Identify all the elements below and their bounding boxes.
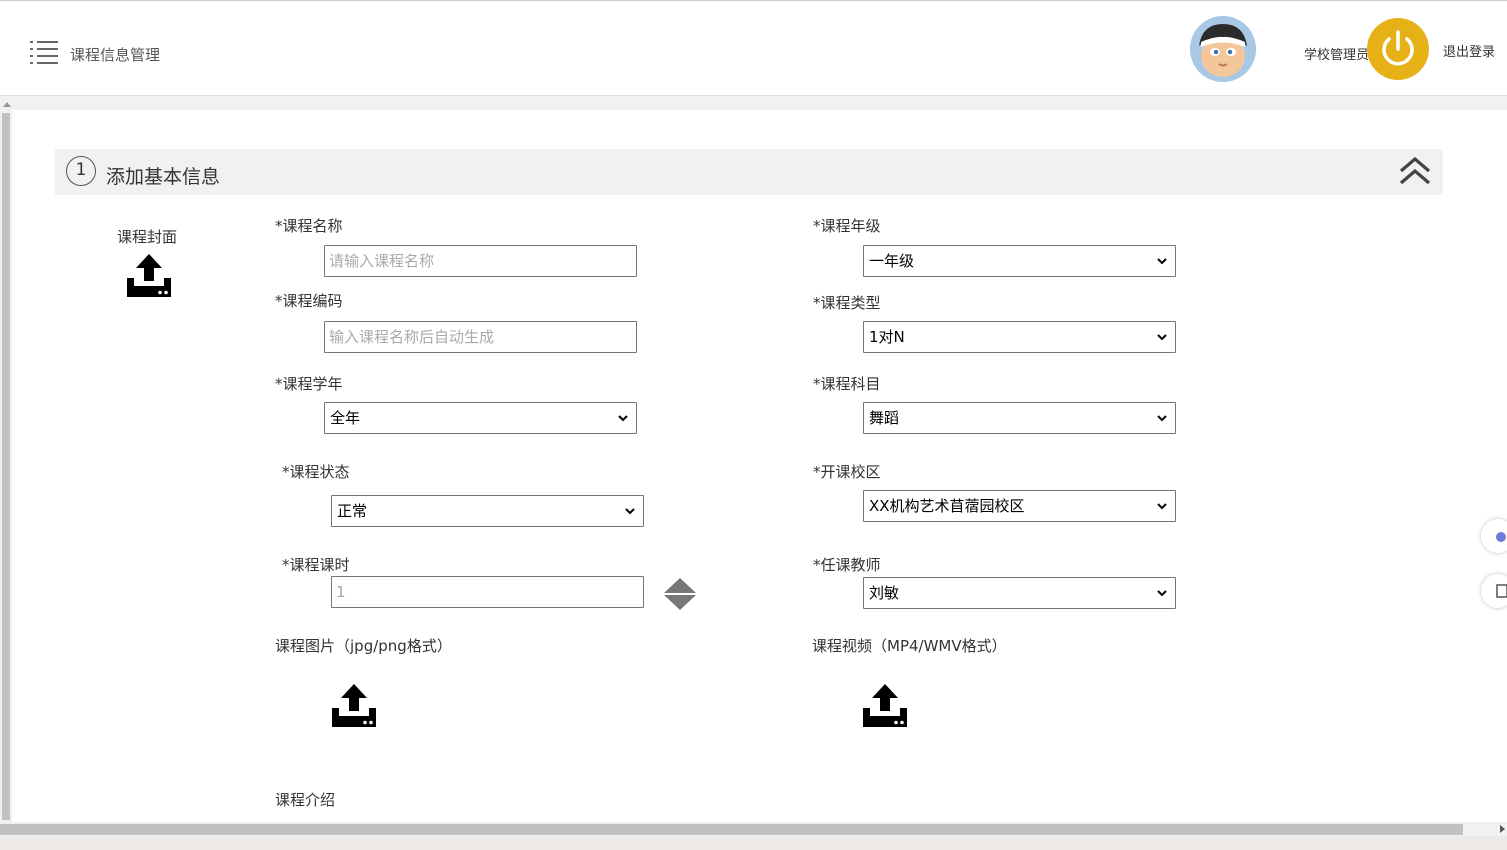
top-scroll-strip [0,96,1507,110]
course-year-select[interactable]: 全年 [324,402,637,434]
course-type-label: *课程类型 [813,294,881,312]
course-hours-label: *课程课时 [282,556,350,574]
menu-icon[interactable] [30,40,58,64]
course-status-label: *课程状态 [282,463,350,481]
campus-select[interactable]: XX机构艺术苜蓿园校区 [863,490,1176,522]
logout-link[interactable]: 退出登录 [1443,41,1495,60]
course-grade-value: 一年级 [869,252,915,270]
video-upload-icon[interactable] [862,683,908,729]
avatar[interactable] [1190,16,1256,82]
assistant-icon [1496,532,1506,542]
logout-power-button[interactable] [1367,18,1429,80]
image-upload-label: 课程图片（jpg/png格式） [275,637,452,655]
teacher-label: *任课教师 [813,556,881,574]
scroll-up-arrow-icon[interactable] [3,101,11,107]
course-code-input[interactable]: 输入课程名称后自动生成 [324,321,637,353]
chevron-down-icon [625,508,635,515]
campus-value: XX机构艺术苜蓿园校区 [869,497,1025,515]
user-role-label: 学校管理员 [1304,48,1370,63]
chevron-down-icon [1157,503,1167,510]
campus-label: *开课校区 [813,463,881,481]
taskbar-strip [0,836,1507,850]
image-upload-icon[interactable] [331,683,377,729]
intro-label: 课程介绍 [275,791,336,809]
course-status-select[interactable]: 正常 [331,495,644,527]
page-title: 课程信息管理 [70,46,161,64]
cover-label: 课程封面 [117,228,178,246]
section-title: 添加基本信息 [106,166,221,188]
horizontal-scrollbar-thumb[interactable] [0,824,1463,835]
avatar-face-icon [1190,16,1256,82]
course-subject-label: *课程科目 [813,375,881,393]
notes-icon [1496,584,1507,598]
power-icon [1382,30,1414,66]
teacher-value: 刘敏 [869,584,900,602]
course-grade-label: *课程年级 [813,217,881,235]
step-number-badge: 1 [66,156,96,186]
teacher-select[interactable]: 刘敏 [863,577,1176,609]
course-name-label: *课程名称 [275,217,343,235]
course-type-select[interactable]: 1对N [863,321,1176,353]
course-code-label: *课程编码 [275,292,343,310]
scroll-right-arrow-icon[interactable] [1499,825,1506,833]
chevron-down-icon [618,415,628,422]
course-status-value: 正常 [337,502,368,520]
vertical-scrollbar-thumb[interactable] [2,113,10,820]
top-header [0,0,1507,96]
video-upload-label: 课程视频（MP4/WMV格式） [812,637,1007,655]
course-name-input[interactable]: 请输入课程名称 [324,245,637,277]
section-header [55,149,1443,195]
course-grade-select[interactable]: 一年级 [863,245,1176,277]
course-hours-input[interactable]: 1 [331,576,644,608]
course-type-value: 1对N [869,328,905,346]
chevron-down-icon [1157,258,1167,265]
double-chevron-up-icon[interactable] [1398,154,1432,188]
course-year-value: 全年 [330,409,361,427]
floating-notes-button[interactable] [1481,574,1507,608]
course-year-label: *课程学年 [275,375,343,393]
floating-assistant-button[interactable] [1481,519,1507,553]
course-subject-select[interactable]: 舞蹈 [863,402,1176,434]
stepper-arrows-icon[interactable] [664,577,696,611]
course-subject-value: 舞蹈 [869,409,900,427]
chevron-down-icon [1157,415,1167,422]
cover-upload-icon[interactable] [126,253,172,299]
chevron-down-icon [1157,590,1167,597]
chevron-down-icon [1157,334,1167,341]
